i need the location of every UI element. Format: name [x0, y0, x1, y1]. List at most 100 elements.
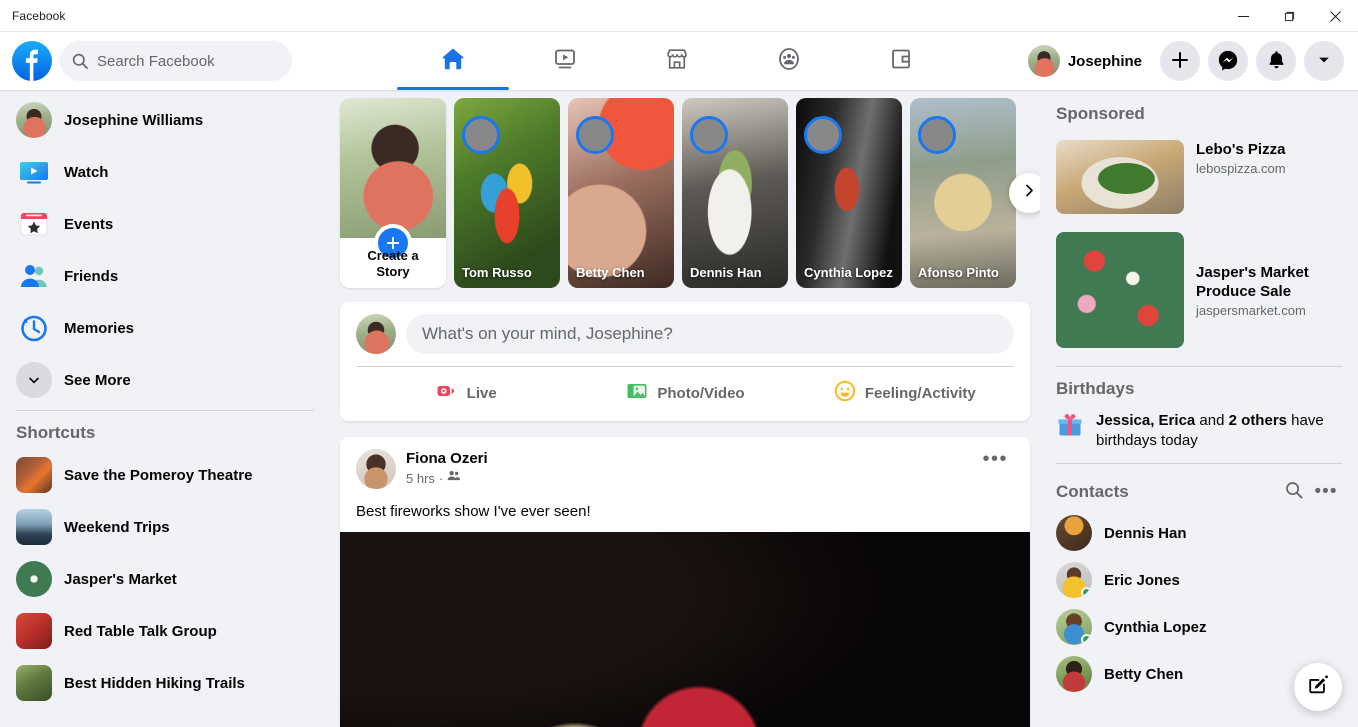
maximize-button[interactable] — [1266, 0, 1312, 32]
composer-input[interactable]: What's on your mind, Josephine? — [406, 314, 1014, 354]
account-menu-button[interactable] — [1304, 41, 1344, 81]
sidebar-item-see-more[interactable]: See More — [8, 358, 322, 402]
notifications-button[interactable] — [1256, 41, 1296, 81]
story-card[interactable]: Betty Chen — [568, 98, 674, 288]
create-story-card[interactable]: Create a Story — [340, 98, 446, 288]
sponsored-heading: Sponsored — [1056, 104, 1145, 123]
sidebar-item-watch[interactable]: Watch — [8, 150, 322, 194]
ad-thumbnail — [1056, 232, 1184, 348]
shortcut-label: Best Hidden Hiking Trails — [64, 674, 245, 692]
search-input[interactable] — [97, 52, 280, 70]
chevron-down-icon — [16, 362, 52, 398]
online-status-dot — [1081, 587, 1092, 598]
facebook-logo-icon[interactable] — [12, 41, 52, 82]
shortcut-item-weekend-trips[interactable]: Weekend Trips — [8, 505, 322, 549]
header-left — [0, 41, 330, 82]
contact-name: Dennis Han — [1104, 524, 1187, 542]
ad-title: Lebo's Pizza — [1196, 141, 1286, 158]
ad-text: Lebo's Pizza lebospizza.com — [1196, 140, 1286, 214]
close-button[interactable] — [1312, 0, 1358, 32]
live-video-icon — [435, 379, 459, 408]
video-icon — [551, 45, 579, 78]
story-card[interactable]: Cynthia Lopez — [796, 98, 902, 288]
story-card[interactable]: Afonso Pinto — [910, 98, 1016, 288]
online-status-dot — [1081, 634, 1092, 645]
shortcut-item-red-table-talk[interactable]: Red Table Talk Group — [8, 609, 322, 653]
stories-carousel: Create a Story Tom Russo Betty Chen Denn… — [340, 98, 1040, 288]
contacts-header: Contacts ••• — [1056, 476, 1342, 508]
bell-icon — [1266, 49, 1287, 73]
story-card[interactable]: Dennis Han — [682, 98, 788, 288]
right-divider — [1056, 463, 1342, 464]
contact-item[interactable]: Cynthia Lopez — [1048, 605, 1342, 649]
left-sidebar: Josephine Williams Watch Events Friends … — [0, 90, 330, 727]
photo-video-button[interactable]: Photo/Video — [575, 373, 794, 413]
sponsored-ad[interactable]: Lebo's Pizza lebospizza.com — [1056, 134, 1342, 220]
birthday-others: 2 others — [1228, 412, 1287, 429]
composer-action-label: Live — [466, 384, 497, 402]
birthday-item[interactable]: Jessica, Erica and 2 others have birthda… — [1056, 409, 1342, 451]
search-icon — [1285, 481, 1303, 504]
sidebar-item-memories[interactable]: Memories — [8, 306, 322, 350]
ad-url: jaspersmarket.com — [1196, 302, 1306, 318]
nav-tab-marketplace[interactable] — [621, 33, 733, 89]
contacts-options-button[interactable]: ••• — [1310, 476, 1342, 508]
search-icon — [72, 53, 88, 69]
shortcut-item-pomeroy[interactable]: Save the Pomeroy Theatre — [8, 453, 322, 497]
post-author-name[interactable]: Fiona Ozeri — [406, 449, 976, 468]
post-photo[interactable] — [340, 532, 1030, 727]
nav-tab-watch[interactable] — [509, 33, 621, 89]
create-button[interactable] — [1160, 41, 1200, 81]
nav-tab-gaming[interactable] — [845, 33, 957, 89]
story-author-avatar — [576, 116, 614, 154]
window-titlebar: Facebook — [0, 0, 1358, 32]
photo-video-icon — [625, 379, 649, 408]
friends-icon — [16, 258, 52, 294]
window-title: Facebook — [12, 8, 66, 23]
sidebar-item-profile[interactable]: Josephine Williams — [8, 98, 322, 142]
sidebar-item-friends[interactable]: Friends — [8, 254, 322, 298]
contacts-heading: Contacts — [1056, 482, 1129, 501]
live-video-button[interactable]: Live — [356, 373, 575, 413]
create-story-caption: Create a Story — [340, 248, 446, 280]
post-composer: What's on your mind, Josephine? Live Pho… — [340, 302, 1030, 421]
sidebar-item-events[interactable]: Events — [8, 202, 322, 246]
profile-chip[interactable]: Josephine — [1024, 41, 1152, 81]
avatar[interactable] — [356, 449, 396, 489]
birthdays-heading: Birthdays — [1056, 379, 1135, 398]
chevron-down-icon — [1316, 52, 1332, 71]
contact-name: Eric Jones — [1104, 571, 1180, 589]
sponsored-ad[interactable]: Jasper's Market Produce Sale jaspersmark… — [1056, 226, 1342, 354]
post-menu-button[interactable]: ••• — [976, 449, 1014, 469]
new-message-fab[interactable] — [1294, 663, 1342, 711]
story-author-name: Betty Chen — [576, 265, 645, 280]
shortcut-item-jaspers-market[interactable]: Jasper's Market — [8, 557, 322, 601]
messenger-button[interactable] — [1208, 41, 1248, 81]
nav-tab-home[interactable] — [396, 33, 509, 90]
ad-title: Jasper's Market Produce Sale — [1196, 263, 1309, 300]
minimize-button[interactable] — [1220, 0, 1266, 32]
ad-url: lebospizza.com — [1196, 161, 1286, 176]
ad-text: Jasper's Market Produce Sale jaspersmark… — [1196, 263, 1342, 318]
post-meta: Fiona Ozeri 5 hrs · — [406, 449, 976, 487]
sidebar-item-label: Friends — [64, 267, 119, 285]
story-card[interactable]: Tom Russo — [454, 98, 560, 288]
story-author-avatar — [462, 116, 500, 154]
shortcut-thumb-jasper-icon — [16, 561, 52, 597]
contacts-search-button[interactable] — [1278, 476, 1310, 508]
friends-audience-icon — [447, 469, 461, 487]
avatar — [1056, 609, 1092, 645]
main-feed: Create a Story Tom Russo Betty Chen Denn… — [330, 90, 1040, 727]
story-author-name: Afonso Pinto — [918, 265, 999, 280]
shortcut-item-hiking-trails[interactable]: Best Hidden Hiking Trails — [8, 661, 322, 705]
sidebar-item-label: Watch — [64, 163, 109, 181]
search-box[interactable] — [60, 41, 292, 81]
right-sidebar: Sponsored Lebo's Pizza lebospizza.com Ja… — [1040, 90, 1358, 727]
create-story-photo — [340, 98, 446, 238]
avatar — [1056, 562, 1092, 598]
header-right: Josephine — [1024, 41, 1358, 81]
nav-tab-groups[interactable] — [733, 33, 845, 89]
contact-item[interactable]: Dennis Han — [1048, 511, 1342, 555]
feeling-activity-button[interactable]: Feeling/Activity — [795, 373, 1014, 413]
contact-item[interactable]: Eric Jones — [1048, 558, 1342, 602]
